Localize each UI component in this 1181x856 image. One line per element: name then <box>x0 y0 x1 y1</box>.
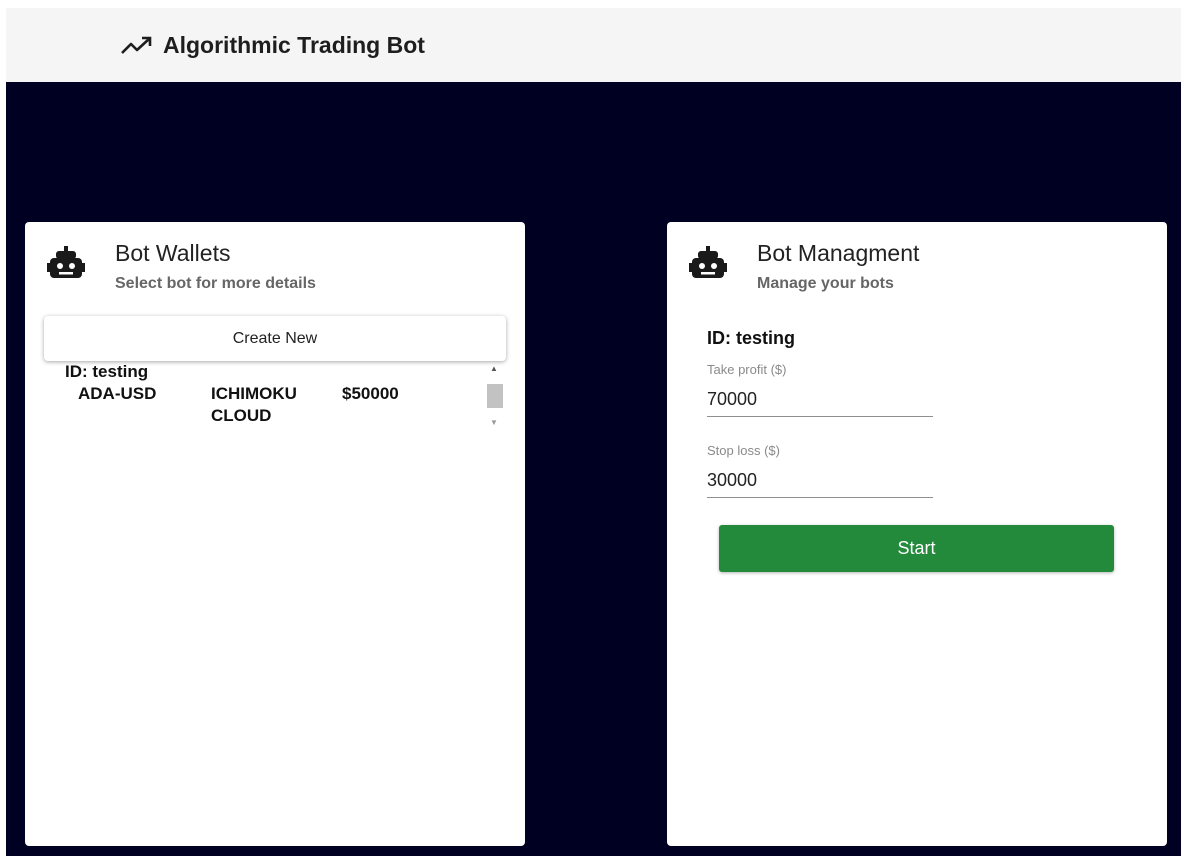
wallet-strategy: ICHIMOKU CLOUD <box>211 384 297 425</box>
wallet-list-scrollbar[interactable]: ▲ ▼ <box>485 364 503 432</box>
card-title: Bot Managment <box>757 240 920 266</box>
app-title: Algorithmic Trading Bot <box>163 31 425 58</box>
card-header: Bot Wallets Select bot for more details <box>25 222 525 312</box>
wallet-id: ID: testing <box>65 362 149 381</box>
stop-loss-input[interactable] <box>707 464 933 498</box>
card-title: Bot Wallets <box>115 240 231 266</box>
card-subtitle: Manage your bots <box>757 275 894 292</box>
robot-icon <box>47 246 85 278</box>
wallet-pair: ADA-USD <box>78 384 157 403</box>
card-subtitle: Select bot for more details <box>115 275 316 292</box>
take-profit-label: Take profit ($) <box>707 362 787 377</box>
app-bar: Algorithmic Trading Bot <box>6 8 1181 82</box>
bot-wallets-card: Bot Wallets Select bot for more details … <box>25 222 525 846</box>
robot-icon <box>689 246 727 278</box>
bot-id-label: ID: testing <box>707 328 795 348</box>
wallet-list: ID: testing ADA-USD ICHIMOKU CLOUD $5000… <box>63 356 511 436</box>
create-new-button[interactable]: Create New <box>44 316 506 361</box>
trending-up-icon <box>121 36 152 54</box>
start-button[interactable]: Start <box>719 525 1114 572</box>
scroll-down-arrow-icon[interactable]: ▼ <box>489 418 499 428</box>
take-profit-input[interactable] <box>707 383 933 417</box>
scroll-thumb[interactable] <box>487 384 503 408</box>
wallet-amount: $50000 <box>342 384 399 403</box>
stop-loss-label: Stop loss ($) <box>707 443 780 458</box>
scroll-up-arrow-icon[interactable]: ▲ <box>489 364 499 374</box>
card-header: Bot Managment Manage your bots <box>667 222 1167 312</box>
stop-loss-field: Stop loss ($) <box>707 443 933 498</box>
brand: Algorithmic Trading Bot <box>119 32 425 59</box>
take-profit-field: Take profit ($) <box>707 362 933 417</box>
bot-management-card: Bot Managment Manage your bots ID: testi… <box>667 222 1167 846</box>
